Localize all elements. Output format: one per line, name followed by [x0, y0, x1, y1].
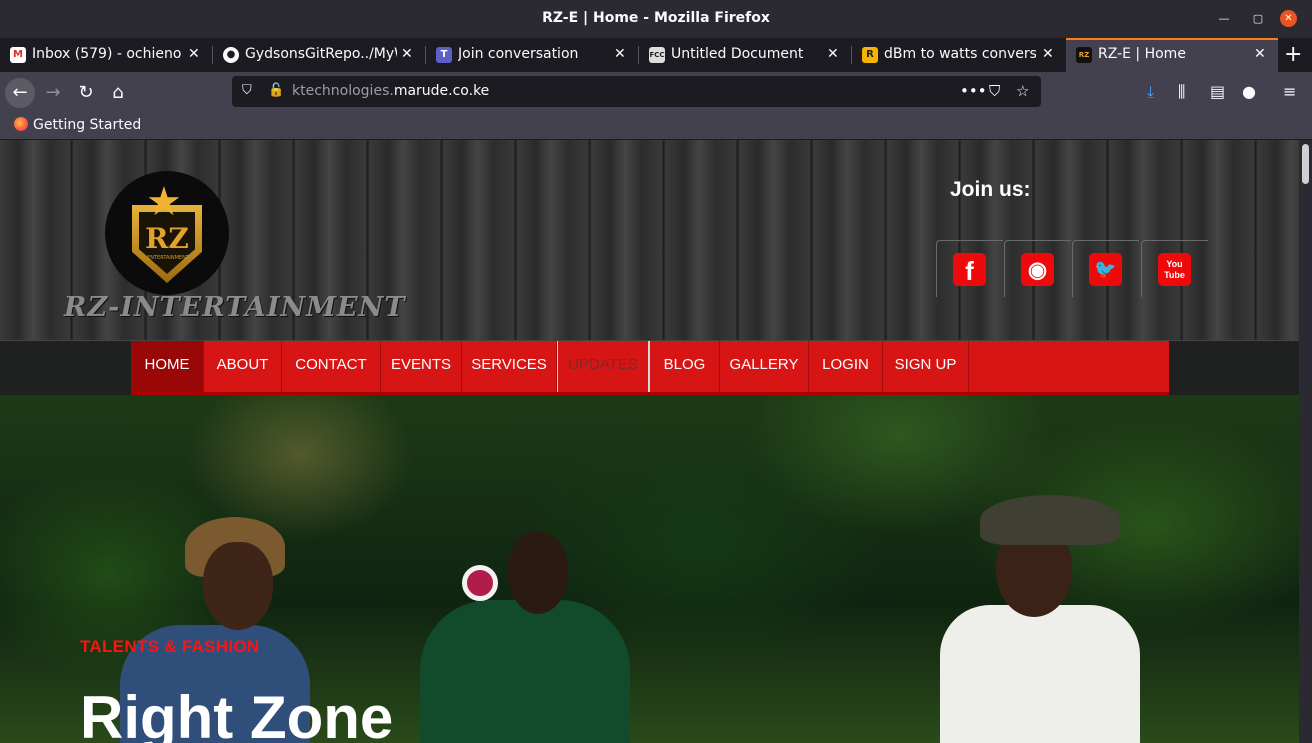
page-content: ★ RZ ENTERTAINMENT RZ-INTERTAINMENT Join… — [0, 140, 1299, 743]
social-youtube[interactable]: You Tube — [1141, 240, 1208, 297]
hero-photo-cap — [980, 495, 1120, 545]
insecure-lock-icon[interactable]: 🔓 — [268, 83, 284, 98]
close-window-icon[interactable]: ✕ — [1280, 10, 1297, 27]
brand-name: RZ-INTERTAINMENT — [64, 292, 406, 323]
close-tab-icon[interactable]: ✕ — [614, 46, 626, 62]
maximize-icon[interactable]: ▢ — [1250, 11, 1266, 27]
close-tab-icon[interactable]: ✕ — [827, 46, 839, 62]
hero-tagline: TALENTS & FASHION — [80, 637, 260, 656]
hero-photo-face — [508, 532, 568, 614]
hero-photo-earring — [462, 565, 498, 601]
url-domain: marude.co.ke — [393, 83, 490, 99]
page-actions-icon[interactable]: ••• — [960, 82, 987, 100]
social-facebook[interactable]: f — [936, 240, 1003, 297]
rapidtables-icon: R — [862, 47, 878, 63]
new-tab-icon[interactable]: + — [1284, 42, 1302, 67]
teams-icon: T — [436, 47, 452, 63]
minimize-icon[interactable]: — — [1216, 11, 1232, 27]
gmail-icon: M — [10, 47, 26, 63]
active-tab-indicator — [1066, 38, 1278, 40]
window-titlebar: RZ-E | Home - Mozilla Firefox — ▢ ✕ — [0, 0, 1312, 38]
join-us-label: Join us: — [950, 178, 1031, 201]
back-icon[interactable]: ← — [5, 78, 35, 108]
window-title: RZ-E | Home - Mozilla Firefox — [542, 10, 770, 26]
logo-subtext: ENTERTAINMENT — [147, 255, 189, 261]
tab-github[interactable]: ● GydsonsGitRepo../MyW ✕ — [213, 38, 426, 72]
menu-updates[interactable]: UPDATES — [557, 341, 650, 392]
nav-toolbar: ← → ↻ ⌂ ⛉ 🔓 ktechnologies.marude.co.ke •… — [0, 72, 1312, 112]
sidebar-icon[interactable]: ▤ — [1210, 82, 1225, 101]
close-tab-icon[interactable]: ✕ — [1254, 46, 1266, 62]
social-instagram[interactable]: ◉ — [1004, 240, 1071, 297]
logo-text: RZ — [145, 222, 189, 255]
rz-logo-icon: RZ — [1076, 47, 1092, 63]
tab-label: GydsonsGitRepo../MyW — [245, 46, 397, 62]
library-icon[interactable]: ⫼ — [1178, 82, 1185, 102]
menu-services[interactable]: SERVICES — [462, 341, 557, 392]
close-tab-icon[interactable]: ✕ — [1042, 46, 1054, 62]
star-icon: ★ — [146, 179, 182, 225]
page-scrollbar[interactable] — [1299, 140, 1312, 743]
hero-photo-person — [420, 600, 630, 743]
download-icon[interactable]: ⤓ — [1147, 82, 1154, 102]
tab-rz-home[interactable]: RZ RZ-E | Home ✕ — [1066, 38, 1278, 72]
menu-contact[interactable]: CONTACT — [282, 341, 381, 392]
url-subdomain: ktechnologies. — [292, 83, 394, 99]
tab-label: Untitled Document — [671, 46, 804, 62]
hero-photo-face — [203, 542, 273, 630]
menu-events[interactable]: EVENTS — [381, 341, 462, 392]
bookmarks-toolbar: Getting Started — [0, 112, 1312, 140]
nav-menu-bar: HOME ABOUT CONTACT EVENTS SERVICES UPDAT… — [0, 340, 1299, 395]
pocket-icon[interactable]: ⛉ — [989, 82, 1000, 100]
facebook-icon: f — [953, 253, 986, 286]
url-bar[interactable]: ⛉ 🔓 ktechnologies.marude.co.ke ••• ⛉ ☆ — [232, 76, 1041, 107]
forward-icon[interactable]: → — [38, 78, 68, 108]
tab-label: Inbox (579) - ochienoel — [32, 46, 182, 62]
url-text[interactable]: ktechnologies.marude.co.ke — [292, 83, 489, 99]
reload-icon[interactable]: ↻ — [71, 78, 101, 108]
main-menu: HOME ABOUT CONTACT EVENTS SERVICES UPDAT… — [131, 341, 1169, 395]
menu-sign-up[interactable]: SIGN UP — [883, 341, 969, 392]
hero-photo-person — [940, 605, 1140, 743]
tab-label: Join conversation — [458, 46, 579, 62]
tab-gmail[interactable]: M Inbox (579) - ochienoel ✕ — [0, 38, 213, 72]
shield-icon[interactable]: ⛉ — [242, 83, 252, 98]
social-twitter[interactable]: 🐦 — [1072, 240, 1139, 297]
document-icon: FCC — [649, 47, 665, 63]
menu-gallery[interactable]: GALLERY — [720, 341, 809, 392]
close-tab-icon[interactable]: ✕ — [188, 46, 200, 62]
bookmark-getting-started[interactable]: Getting Started — [14, 117, 141, 133]
home-icon[interactable]: ⌂ — [103, 78, 133, 108]
tab-label: dBm to watts conversic — [884, 46, 1036, 62]
tab-untitled-document[interactable]: FCC Untitled Document ✕ — [639, 38, 852, 72]
tab-dbm-watts[interactable]: R dBm to watts conversic ✕ — [852, 38, 1065, 72]
instagram-icon: ◉ — [1021, 253, 1054, 286]
github-icon: ● — [223, 47, 239, 63]
hero-title: Right Zone — [80, 684, 394, 743]
menu-icon[interactable]: ≡ — [1283, 82, 1296, 101]
close-tab-icon[interactable]: ✕ — [401, 46, 413, 62]
youtube-icon: You Tube — [1158, 253, 1191, 286]
menu-blog[interactable]: BLOG — [650, 341, 720, 392]
menu-about[interactable]: ABOUT — [204, 341, 282, 392]
bookmark-star-icon[interactable]: ☆ — [1016, 82, 1029, 100]
tab-bar: M Inbox (579) - ochienoel ✕ ● GydsonsGit… — [0, 38, 1312, 72]
firefox-icon — [14, 117, 28, 131]
account-icon[interactable]: ● — [1242, 82, 1256, 101]
menu-login[interactable]: LOGIN — [809, 341, 883, 392]
hero-banner: TALENTS & FASHION Right Zone — [0, 395, 1299, 743]
twitter-icon: 🐦 — [1089, 253, 1122, 286]
tab-teams[interactable]: T Join conversation ✕ — [426, 38, 639, 72]
menu-home[interactable]: HOME — [131, 341, 204, 392]
scrollbar-thumb[interactable] — [1302, 144, 1309, 184]
bookmark-label: Getting Started — [33, 117, 142, 133]
tab-label: RZ-E | Home — [1098, 46, 1186, 62]
site-header: ★ RZ ENTERTAINMENT RZ-INTERTAINMENT Join… — [0, 140, 1299, 340]
